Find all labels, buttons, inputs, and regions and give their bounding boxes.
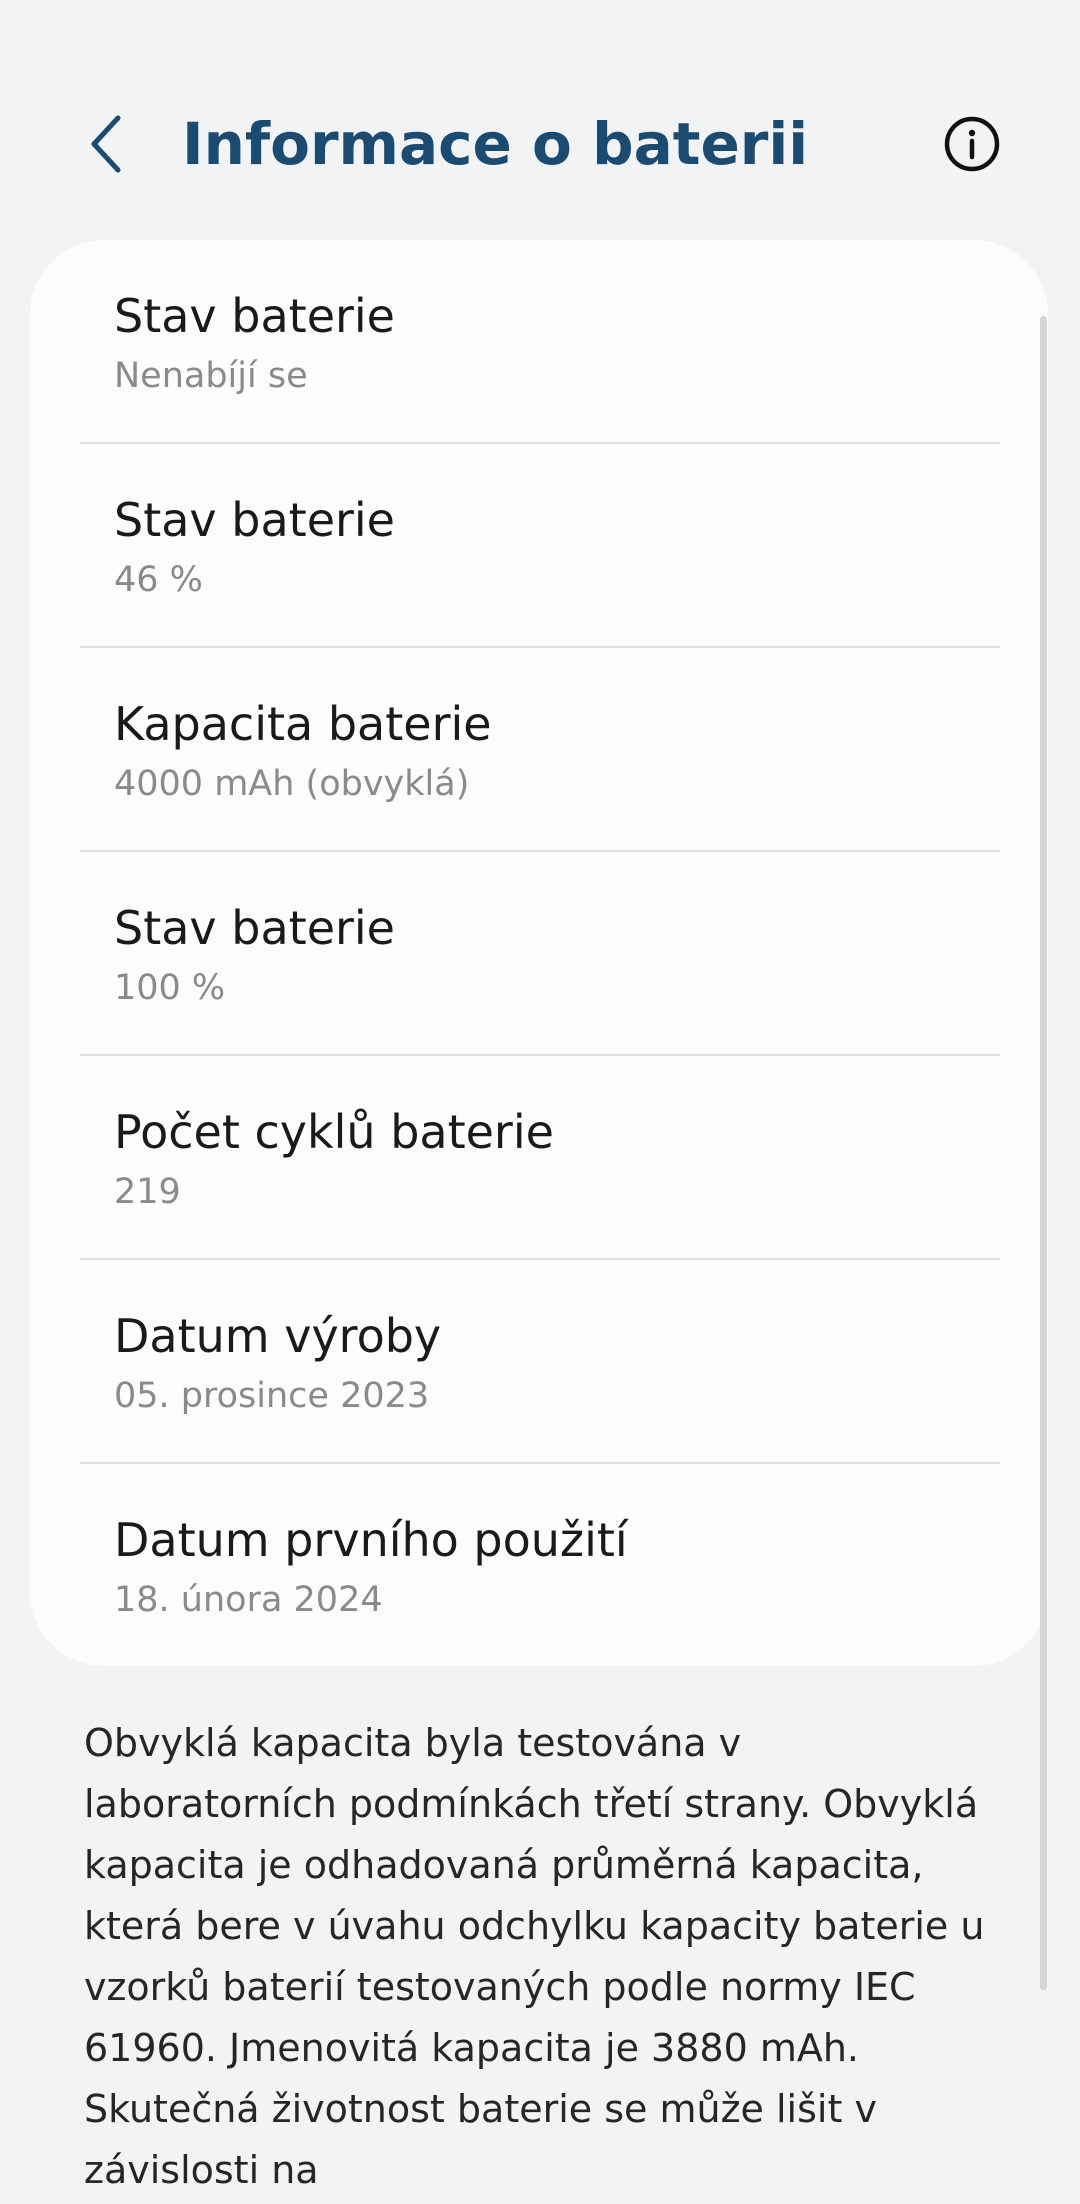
item-value: 05. prosince 2023 bbox=[114, 1376, 430, 1416]
list-item-charging-status[interactable]: Stav baterie Nenabíjí se bbox=[80, 240, 1000, 444]
app-bar: Informace o baterii bbox=[0, 0, 1080, 240]
list-item-first-use-date[interactable]: Datum prvního použití 18. února 2024 bbox=[80, 1464, 1000, 1668]
item-label: Datum výroby bbox=[114, 1309, 442, 1363]
list-item-charge-level[interactable]: Stav baterie 46 % bbox=[80, 444, 1000, 648]
item-value: 219 bbox=[114, 1172, 181, 1212]
list-item-cycle-count[interactable]: Počet cyklů baterie 219 bbox=[80, 1056, 1000, 1260]
item-value: 18. února 2024 bbox=[114, 1580, 383, 1620]
item-label: Datum prvního použití bbox=[114, 1513, 628, 1567]
item-value: 46 % bbox=[114, 560, 203, 600]
chevron-left-icon bbox=[91, 115, 121, 173]
battery-info-card: Stav baterie Nenabíjí se Stav baterie 46… bbox=[30, 240, 1048, 1666]
item-label: Počet cyklů baterie bbox=[114, 1105, 554, 1159]
item-label: Kapacita baterie bbox=[114, 697, 492, 751]
list-item-battery-health[interactable]: Stav baterie 100 % bbox=[80, 852, 1000, 1056]
item-label: Stav baterie bbox=[114, 493, 395, 547]
scrollbar[interactable] bbox=[1040, 316, 1047, 1990]
item-label: Stav baterie bbox=[114, 901, 395, 955]
info-button[interactable] bbox=[940, 112, 1004, 176]
back-button[interactable] bbox=[76, 104, 136, 184]
page-title: Informace o baterii bbox=[182, 110, 809, 178]
list-item-manufacture-date[interactable]: Datum výroby 05. prosince 2023 bbox=[80, 1260, 1000, 1464]
list-item-battery-capacity[interactable]: Kapacita baterie 4000 mAh (obvyklá) bbox=[80, 648, 1000, 852]
item-value: 4000 mAh (obvyklá) bbox=[114, 764, 470, 804]
item-value: Nenabíjí se bbox=[114, 356, 308, 396]
item-label: Stav baterie bbox=[114, 289, 395, 343]
capacity-footnote: Obvyklá kapacita byla testována v labora… bbox=[84, 1721, 985, 2192]
item-value: 100 % bbox=[114, 968, 226, 1008]
info-circle-icon bbox=[944, 116, 1000, 172]
